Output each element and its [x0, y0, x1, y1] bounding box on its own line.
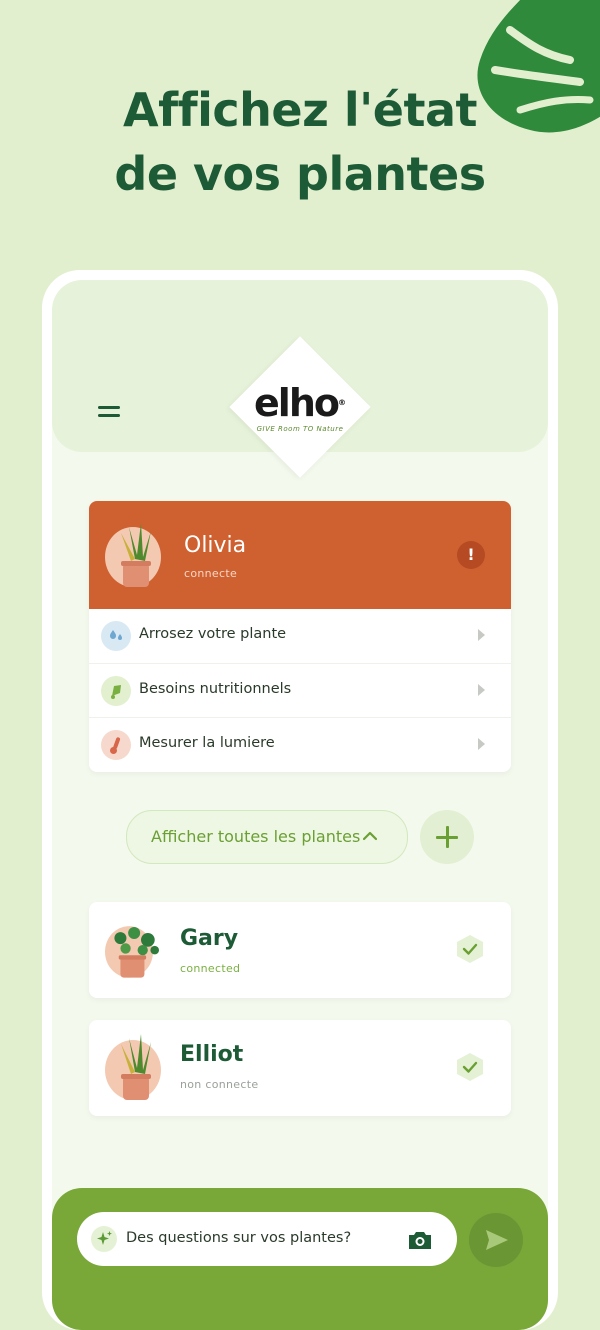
action-water-label: Arrosez votre plante: [139, 626, 287, 642]
logo-tagline: GIVE Room TO Nature: [256, 425, 344, 433]
plant-name: Elliot: [180, 1042, 244, 1067]
camera-icon[interactable]: [407, 1229, 433, 1251]
plant-card-gary[interactable]: Gary connected: [89, 902, 511, 998]
chevron-right-icon: [478, 629, 485, 641]
show-all-plants-label: Afficher toutes les plantes: [151, 827, 361, 846]
show-all-plants-button[interactable]: Afficher toutes les plantes: [126, 810, 408, 864]
nutrient-icon: [101, 676, 131, 706]
plant-status: connected: [180, 962, 241, 975]
action-water[interactable]: Arrosez votre plante: [89, 609, 511, 663]
sparkle-icon: [91, 1226, 117, 1252]
check-icon: [457, 1053, 483, 1081]
add-plant-button[interactable]: [420, 810, 474, 864]
plant-status: non connecte: [180, 1078, 259, 1091]
featured-plant-name: Olivia: [184, 533, 247, 558]
logo-wordmark: elho: [254, 381, 340, 425]
water-drops-icon: [101, 621, 131, 651]
send-icon: [486, 1230, 508, 1250]
plant-card-elliot[interactable]: Elliot non connecte: [89, 1020, 511, 1116]
action-nutrients-label: Besoins nutritionnels: [139, 681, 292, 697]
featured-plant-header[interactable]: Olivia connecte !: [89, 501, 511, 609]
ask-question-input[interactable]: Des questions sur vos plantes?: [77, 1212, 457, 1266]
snake-plant-image: [105, 1034, 161, 1100]
send-button[interactable]: [469, 1213, 523, 1267]
headline-line-1: Affichez l'état: [123, 83, 477, 137]
menu-icon[interactable]: [98, 404, 120, 420]
ask-bar: Des questions sur vos plantes?: [52, 1188, 548, 1330]
featured-plant-card: Olivia connecte ! Arrosez votre plante B…: [89, 501, 511, 772]
action-nutrients[interactable]: Besoins nutritionnels: [89, 663, 511, 718]
alert-badge[interactable]: !: [457, 541, 485, 569]
action-light-label: Mesurer la lumiere: [139, 735, 275, 751]
action-light[interactable]: Mesurer la lumiere: [89, 717, 511, 772]
chevron-right-icon: [478, 684, 485, 696]
app-screen: elho® GIVE Room TO Nature Olivia connect…: [52, 280, 548, 1330]
elho-logo: elho® GIVE Room TO Nature: [240, 383, 360, 433]
headline: Affichez l'état de vos plantes: [0, 78, 600, 206]
featured-plant-status: connecte: [184, 567, 238, 580]
logo-registered-mark: ®: [337, 398, 346, 407]
plant-name: Gary: [180, 926, 239, 951]
chevron-right-icon: [478, 738, 485, 750]
ask-placeholder: Des questions sur vos plantes?: [126, 1230, 352, 1246]
check-icon: [457, 935, 483, 963]
snake-plant-image: [105, 523, 161, 587]
pilea-plant-image: [105, 926, 159, 978]
phone-frame: elho® GIVE Room TO Nature Olivia connect…: [42, 270, 558, 1330]
headline-line-2: de vos plantes: [114, 147, 486, 201]
thermometer-icon: [101, 730, 131, 760]
chevron-up-icon: [363, 831, 377, 841]
